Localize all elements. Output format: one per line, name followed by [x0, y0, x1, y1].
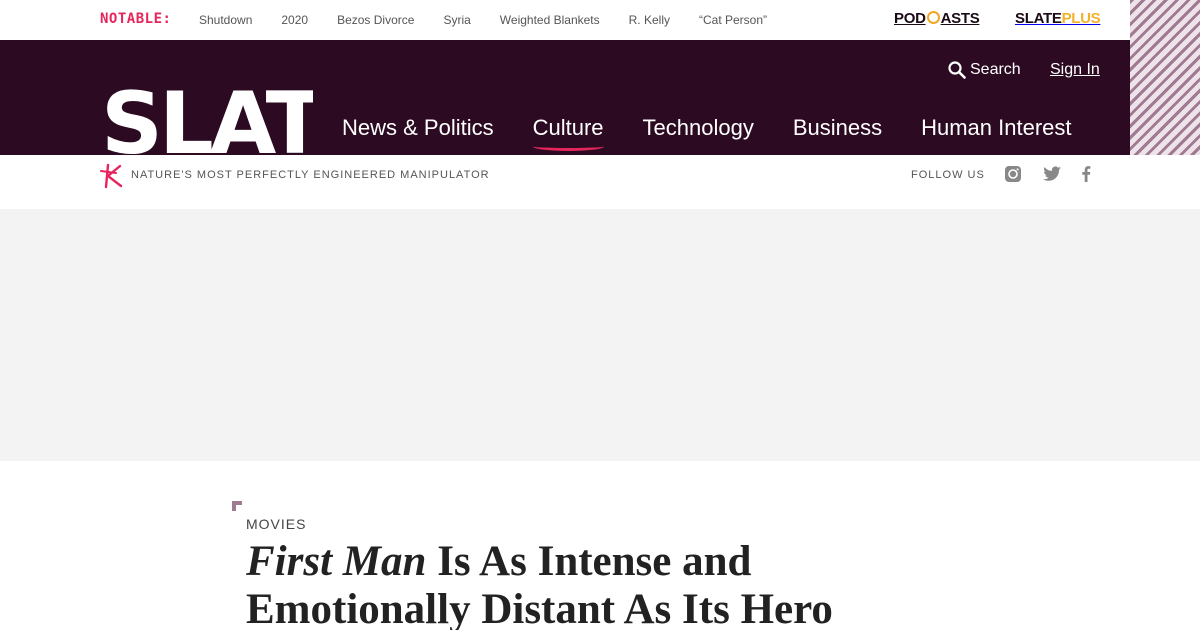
- notable-link-2020[interactable]: 2020: [281, 13, 308, 27]
- notable-link-bezos-divorce[interactable]: Bezos Divorce: [337, 13, 414, 27]
- notable-bar: NOTABLE: Shutdown 2020 Bezos Divorce Syr…: [0, 0, 1130, 40]
- podcasts-logo-part-b: ASTS: [940, 10, 980, 27]
- notable-link-syria[interactable]: Syria: [443, 13, 470, 27]
- site-header: Search Sign In SLATE News & Politics Cul…: [0, 40, 1130, 155]
- sign-in-link[interactable]: Sign In: [1050, 61, 1100, 79]
- search-icon: [948, 61, 966, 79]
- sub-header: NATURE'S MOST PERFECTLY ENGINEERED MANIP…: [0, 155, 1200, 209]
- brand-k-icon: [100, 163, 123, 189]
- section-tagline: NATURE'S MOST PERFECTLY ENGINEERED MANIP…: [131, 169, 490, 181]
- nav-technology[interactable]: Technology: [643, 115, 754, 141]
- article-kicker[interactable]: MOVIES: [246, 516, 306, 532]
- notable-logo: NOTABLE:: [100, 11, 172, 27]
- kicker-corner-mark: [232, 501, 242, 511]
- slate-logo-text: SLATE: [101, 85, 313, 155]
- ad-placeholder: [0, 209, 1200, 461]
- follow-us-label: FOLLOW US: [911, 169, 985, 181]
- notable-link-r-kelly[interactable]: R. Kelly: [629, 13, 670, 27]
- instagram-icon[interactable]: [1004, 165, 1022, 188]
- podcasts-logo-part-a: POD: [894, 10, 926, 27]
- slate-plus-logo-part-a: SLATE: [1015, 10, 1062, 27]
- nav-business[interactable]: Business: [793, 115, 882, 141]
- slate-plus-logo-part-b: PLUS: [1061, 10, 1101, 27]
- microphone-icon: [926, 11, 940, 24]
- slate-logo[interactable]: SLATE: [101, 85, 313, 155]
- notable-link-shutdown[interactable]: Shutdown: [199, 13, 252, 27]
- search-label: Search: [970, 61, 1021, 78]
- search-button[interactable]: Search: [948, 61, 1021, 79]
- facebook-icon[interactable]: [1080, 165, 1092, 188]
- notable-links: Shutdown 2020 Bezos Divorce Syria Weight…: [199, 13, 796, 27]
- headline-italic-title: First Man: [246, 538, 427, 585]
- main-nav: News & Politics Culture Technology Busin…: [342, 115, 1111, 151]
- slate-plus-logo-link[interactable]: SLATEPLUS: [1015, 10, 1101, 27]
- podcasts-logo-link[interactable]: POD ASTS: [894, 10, 980, 27]
- article-headline: First Man Is As Intense and Emotionally …: [246, 538, 946, 630]
- decorative-stripes: [1130, 0, 1200, 155]
- nav-human-interest[interactable]: Human Interest: [921, 115, 1071, 141]
- notable-link-weighted-blankets[interactable]: Weighted Blankets: [500, 13, 600, 27]
- nav-culture[interactable]: Culture: [532, 115, 604, 151]
- notable-link-cat-person[interactable]: “Cat Person”: [699, 13, 767, 27]
- twitter-icon[interactable]: [1042, 165, 1062, 188]
- nav-news-politics[interactable]: News & Politics: [342, 115, 494, 141]
